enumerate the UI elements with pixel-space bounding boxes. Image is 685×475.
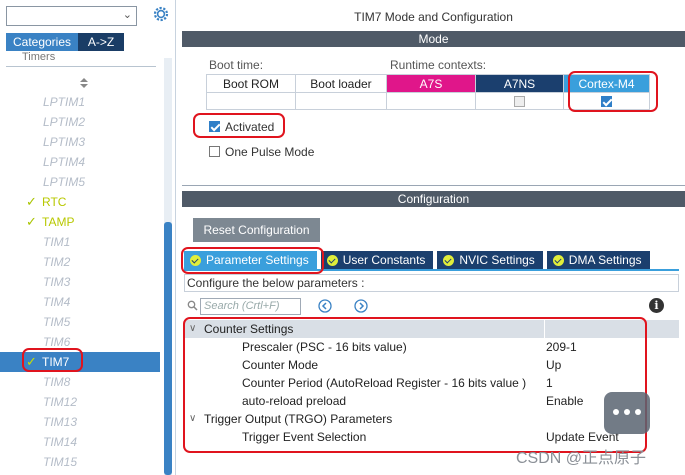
list-item-tim3[interactable]: TIM3 xyxy=(0,272,160,292)
list-item-lptim1[interactable]: LPTIM1 xyxy=(0,92,160,112)
list-item-tim8[interactable]: TIM8 xyxy=(0,372,160,392)
cell-a7ns xyxy=(475,92,564,110)
check-circle-icon xyxy=(443,255,455,266)
one-pulse-checkbox[interactable] xyxy=(209,146,220,158)
highlight-cortex-m4 xyxy=(568,71,658,112)
check-circle-icon xyxy=(552,255,564,266)
parameter-search-input[interactable]: Search (Crtl+F) xyxy=(200,298,301,315)
list-item-tim5[interactable]: TIM5 xyxy=(0,312,160,332)
cell-boot-rom xyxy=(206,92,296,110)
tab-nvic-settings[interactable]: NVIC Settings xyxy=(437,251,543,269)
list-item-tamp[interactable]: ✓ TAMP xyxy=(0,212,160,232)
a7ns-checkbox[interactable] xyxy=(514,96,525,108)
header-boot-loader: Boot loader xyxy=(295,74,387,93)
mode-section-header: Mode xyxy=(182,31,685,47)
next-arrow-icon[interactable] xyxy=(354,299,368,313)
peripheral-search-input[interactable]: ⌄ xyxy=(6,6,137,26)
search-icon xyxy=(187,300,198,311)
list-item-label: TIM4 xyxy=(43,295,71,309)
info-icon[interactable]: i xyxy=(649,298,664,313)
chevron-down-icon[interactable]: ⌄ xyxy=(123,8,132,21)
list-item-lptim3[interactable]: LPTIM3 xyxy=(0,132,160,152)
list-item-tim4[interactable]: TIM4 xyxy=(0,292,160,312)
section-divider[interactable] xyxy=(182,185,685,186)
list-item-tim13[interactable]: TIM13 xyxy=(0,412,160,432)
tab-dma-settings[interactable]: DMA Settings xyxy=(546,251,650,269)
reset-configuration-button[interactable]: Reset Configuration xyxy=(193,218,320,242)
header-a7s: A7S xyxy=(386,74,476,93)
cell-boot-loader xyxy=(295,92,387,110)
sort-arrows-icon[interactable] xyxy=(78,76,90,90)
peripheral-list: LPTIM1 LPTIM2 LPTIM3 LPTIM4 LPTIM5 ✓ RTC … xyxy=(0,92,160,472)
list-item-lptim2[interactable]: LPTIM2 xyxy=(0,112,160,132)
list-item-label: TIM5 xyxy=(43,315,71,329)
check-circle-icon xyxy=(326,255,338,266)
tab-label: User Constants xyxy=(342,253,426,267)
list-item-tim15[interactable]: TIM15 xyxy=(0,452,160,472)
one-pulse-option[interactable]: One Pulse Mode xyxy=(209,145,314,159)
timers-group-header[interactable]: Timers xyxy=(6,51,156,67)
tab-user-constants[interactable]: User Constants xyxy=(320,251,434,269)
runtime-contexts-label: Runtime contexts: xyxy=(390,58,487,72)
sidebar-scrollbar-thumb[interactable] xyxy=(164,222,172,475)
list-item-rtc[interactable]: ✓ RTC xyxy=(0,192,160,212)
chat-bubble-icon xyxy=(604,392,650,434)
highlight-activated xyxy=(193,113,285,138)
list-item-label: LPTIM2 xyxy=(43,115,86,129)
header-a7ns: A7NS xyxy=(475,74,564,93)
list-item-lptim4[interactable]: LPTIM4 xyxy=(0,152,160,172)
tab-label: NVIC Settings xyxy=(459,253,535,267)
list-item-label: LPTIM5 xyxy=(43,175,86,189)
list-item-label: TAMP xyxy=(42,215,75,229)
list-item-label: LPTIM4 xyxy=(43,155,86,169)
list-item-label: RTC xyxy=(42,195,67,209)
tab-a-to-z[interactable]: A->Z xyxy=(78,33,124,51)
list-item-label: LPTIM3 xyxy=(43,135,86,149)
tab-categories[interactable]: Categories xyxy=(6,33,78,51)
list-item-label: TIM12 xyxy=(43,395,78,409)
list-item-label: TIM14 xyxy=(43,435,78,449)
gear-icon[interactable] xyxy=(152,5,170,23)
configuration-section-header: Configuration xyxy=(182,191,685,207)
list-item-label: TIM1 xyxy=(43,235,71,249)
highlight-parameters xyxy=(183,317,647,453)
highlight-parameter-settings xyxy=(181,247,324,274)
list-item-label: TIM15 xyxy=(43,455,78,469)
highlight-tim7 xyxy=(22,348,83,372)
configure-instructions: Configure the below parameters : xyxy=(184,274,679,292)
header-boot-rom: Boot ROM xyxy=(206,74,296,93)
check-icon: ✓ xyxy=(26,194,37,209)
list-item-label: TIM8 xyxy=(43,375,71,389)
boot-time-label: Boot time: xyxy=(209,58,264,72)
list-item-label: TIM3 xyxy=(43,275,71,289)
watermark: CSDN @正点原子 xyxy=(516,450,647,467)
list-item-label: LPTIM1 xyxy=(43,95,86,109)
list-item-label: TIM13 xyxy=(43,415,78,429)
list-item-tim12[interactable]: TIM12 xyxy=(0,392,160,412)
category-tabs: Categories A->Z xyxy=(6,33,156,51)
previous-arrow-icon[interactable] xyxy=(318,299,332,313)
list-item-label: TIM6 xyxy=(43,335,71,349)
list-item-tim1[interactable]: TIM1 xyxy=(0,232,160,252)
window-title: TIM7 Mode and Configuration xyxy=(354,10,513,24)
list-item-lptim5[interactable]: LPTIM5 xyxy=(0,172,160,192)
tab-label: DMA Settings xyxy=(568,253,642,267)
cell-a7s xyxy=(386,92,476,110)
one-pulse-label: One Pulse Mode xyxy=(225,145,315,159)
list-item-label: TIM2 xyxy=(43,255,71,269)
check-icon: ✓ xyxy=(26,214,37,229)
list-item-tim14[interactable]: TIM14 xyxy=(0,432,160,452)
list-item-tim2[interactable]: TIM2 xyxy=(0,252,160,272)
